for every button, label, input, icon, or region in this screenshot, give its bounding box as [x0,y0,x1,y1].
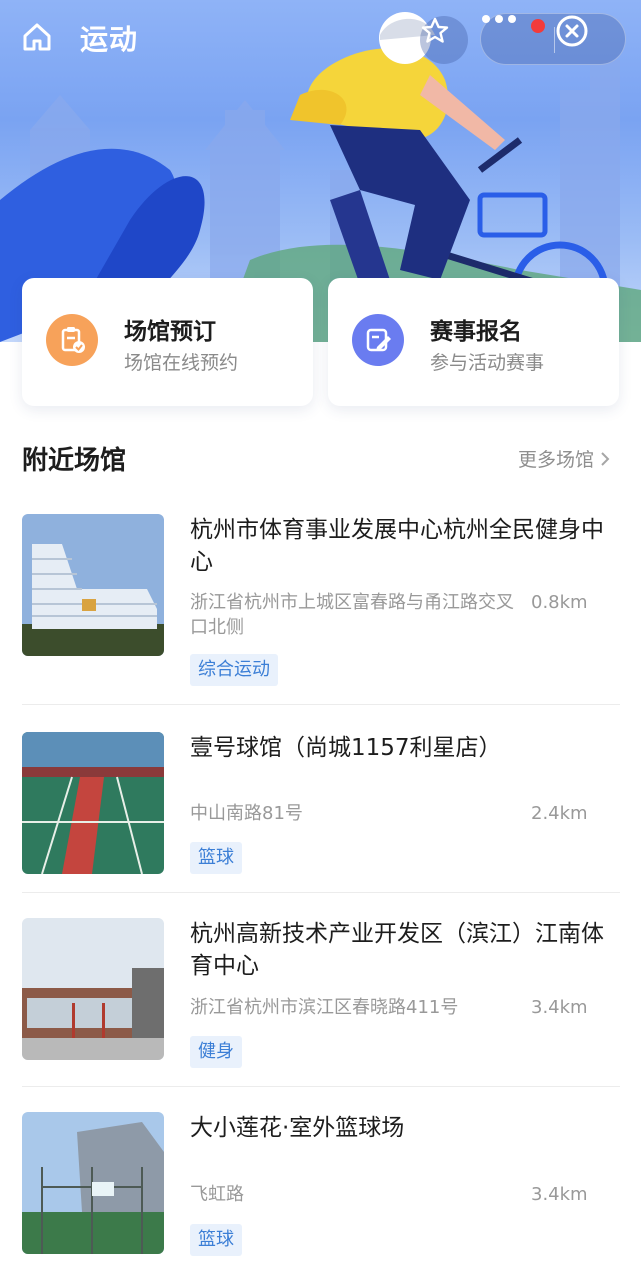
home-button[interactable] [20,20,60,60]
notification-dot [531,19,545,33]
more-venues-link[interactable]: 更多场馆 [518,445,610,472]
venue-category-tag: 篮球 [190,842,242,874]
mini-program-capsule [480,13,626,65]
venue-name: 大小莲花·室外篮球场 [190,1115,405,1141]
event-signup-card[interactable]: 赛事报名 参与活动赛事 [328,278,619,406]
venue-distance: 3.4km [531,1184,588,1205]
venue-thumbnail [22,732,164,874]
close-button[interactable] [555,14,627,66]
event-signup-subtitle: 参与活动赛事 [430,352,545,374]
list-divider [22,892,620,893]
venue-thumbnail [22,918,164,1060]
list-divider [22,1086,620,1087]
clipboard-check-icon [46,314,98,366]
venue-category-tag: 健身 [190,1036,242,1068]
list-divider [22,704,620,705]
nearby-section-title: 附近场馆 [22,446,127,476]
venue-booking-subtitle: 场馆在线预约 [124,352,239,374]
venue-address: 浙江省杭州市上城区富春路与甬江路交叉口北侧 [190,592,514,638]
venue-booking-title: 场馆预订 [124,319,216,345]
venue-item[interactable]: 杭州高新技术产业开发区（滨江）江南体育中心 浙江省杭州市滨江区春晓路411号 3… [0,918,641,1068]
venue-thumbnail [22,1112,164,1254]
venue-category-tag: 篮球 [190,1224,242,1256]
venue-name: 杭州市体育事业发展中心杭州全民健身中心 [190,517,604,575]
venue-category-tag: 综合运动 [190,654,278,686]
venue-name: 杭州高新技术产业开发区（滨江）江南体育中心 [190,921,604,979]
venue-item[interactable]: 壹号球馆（尚城1157利星店） 中山南路81号 2.4km 篮球 [0,732,641,874]
edit-form-icon [352,314,404,366]
top-bar: 运动 [0,0,641,80]
more-venues-label: 更多场馆 [518,449,595,471]
venue-address: 浙江省杭州市滨江区春晓路411号 [190,997,459,1018]
chevron-right-icon [601,451,610,466]
favorite-button[interactable] [420,16,468,64]
venue-address: 中山南路81号 [190,803,303,824]
venue-item[interactable]: 大小莲花·室外篮球场 飞虹路 3.4km 篮球 [0,1112,641,1257]
close-circle-icon [556,15,588,47]
venue-distance: 3.4km [531,997,588,1018]
venue-address: 飞虹路 [190,1184,244,1205]
home-icon [23,23,51,51]
venue-booking-card[interactable]: 场馆预订 场馆在线预约 [22,278,313,406]
venue-name: 壹号球馆（尚城1157利星店） [190,735,502,761]
event-signup-title: 赛事报名 [430,319,522,345]
star-icon [421,17,449,43]
venue-distance: 0.8km [531,592,588,613]
page-title: 运动 [80,23,139,56]
venue-distance: 2.4km [531,803,588,824]
venue-thumbnail [22,514,164,656]
more-dots-icon [482,15,516,23]
venue-item[interactable]: 杭州市体育事业发展中心杭州全民健身中心 浙江省杭州市上城区富春路与甬江路交叉口北… [0,514,641,694]
